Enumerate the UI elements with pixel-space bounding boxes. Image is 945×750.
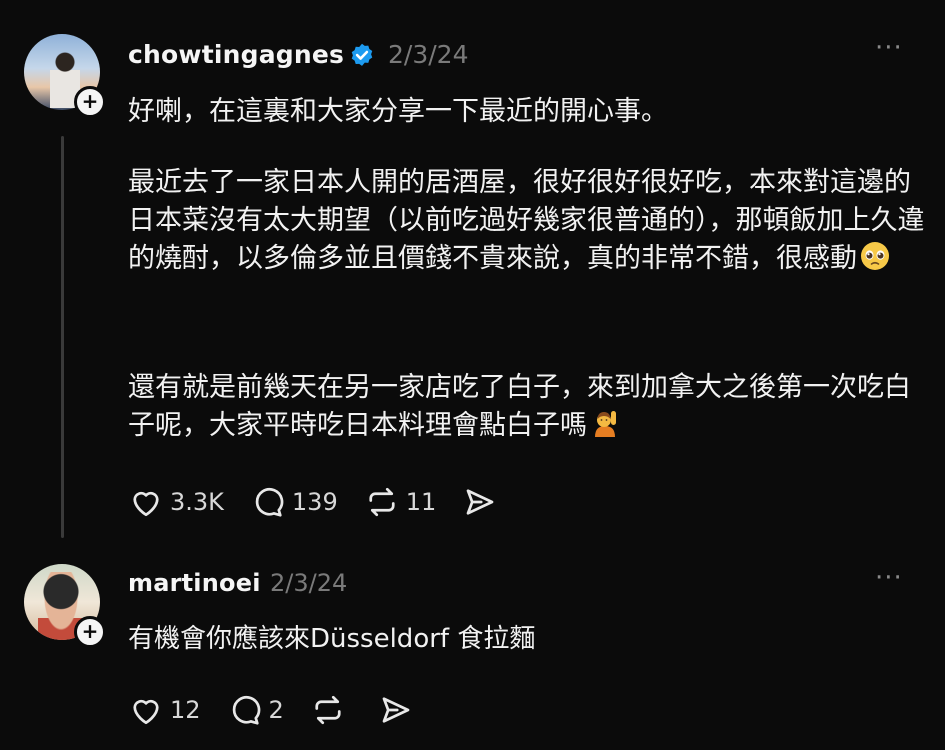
comment-icon: [232, 695, 260, 725]
post-paragraph-3-text: 還有就是前幾天在另一家店吃了白子，來到加拿大之後第一次吃白子呢，大家平時吃日本料…: [128, 372, 911, 441]
like-button[interactable]: 3.3K: [128, 484, 224, 520]
comment-count: 139: [291, 488, 338, 516]
comment-button[interactable]: 139: [250, 484, 338, 520]
like-count: 12: [170, 696, 201, 724]
pleading-face-emoji: [861, 242, 889, 270]
like-button[interactable]: 12: [128, 692, 201, 728]
reply-username[interactable]: martinoei: [128, 569, 261, 597]
post-timestamp: 2/3/24: [388, 40, 469, 69]
heart-icon: [133, 699, 159, 725]
more-options-icon[interactable]: ···: [875, 565, 903, 591]
reply-text: 有機會你應該來Düsseldorf 食拉麵: [128, 624, 536, 654]
post-paragraph-1: 好喇，在這裏和大家分享一下最近的開心事。: [128, 96, 668, 127]
repost-count: 11: [405, 488, 437, 516]
post-paragraph-2-text: 最近去了一家日本人開的居酒屋，很好很好很好吃，本來對這邊的日本菜沒有太大期望（以…: [128, 167, 925, 274]
verified-badge-icon: [351, 43, 373, 66]
repost-button[interactable]: 11: [364, 484, 437, 520]
comment-icon: [255, 487, 284, 517]
repost-button[interactable]: [310, 692, 352, 728]
follow-plus-icon[interactable]: +: [74, 86, 106, 118]
share-button[interactable]: [378, 692, 420, 728]
comment-button[interactable]: 2: [227, 692, 284, 728]
follow-plus-icon[interactable]: +: [74, 616, 106, 648]
reply-actions: 12 2: [128, 692, 446, 728]
raising-hand-emoji: [595, 411, 616, 437]
more-options-icon[interactable]: ···: [875, 35, 903, 61]
reply-timestamp: 2/3/24: [270, 569, 348, 597]
post-username[interactable]: chowtingagnes: [128, 40, 344, 69]
heart-icon: [133, 491, 159, 517]
repost-icon: [315, 695, 341, 725]
post-actions: 3.3K 139 11: [128, 484, 530, 520]
like-count: 3.3K: [170, 488, 224, 516]
share-button[interactable]: [462, 484, 504, 520]
share-icon: [382, 697, 410, 723]
repost-icon: [369, 487, 395, 517]
share-icon: [466, 489, 494, 515]
post-paragraph-3: 還有就是前幾天在另一家店吃了白子，來到加拿大之後第一次吃白子呢，大家平時吃日本料…: [128, 369, 928, 445]
post-paragraph-2: 最近去了一家日本人開的居酒屋，很好很好很好吃，本來對這邊的日本菜沒有太大期望（以…: [128, 164, 928, 278]
comment-count: 2: [268, 696, 284, 724]
thread-line: [61, 136, 64, 538]
